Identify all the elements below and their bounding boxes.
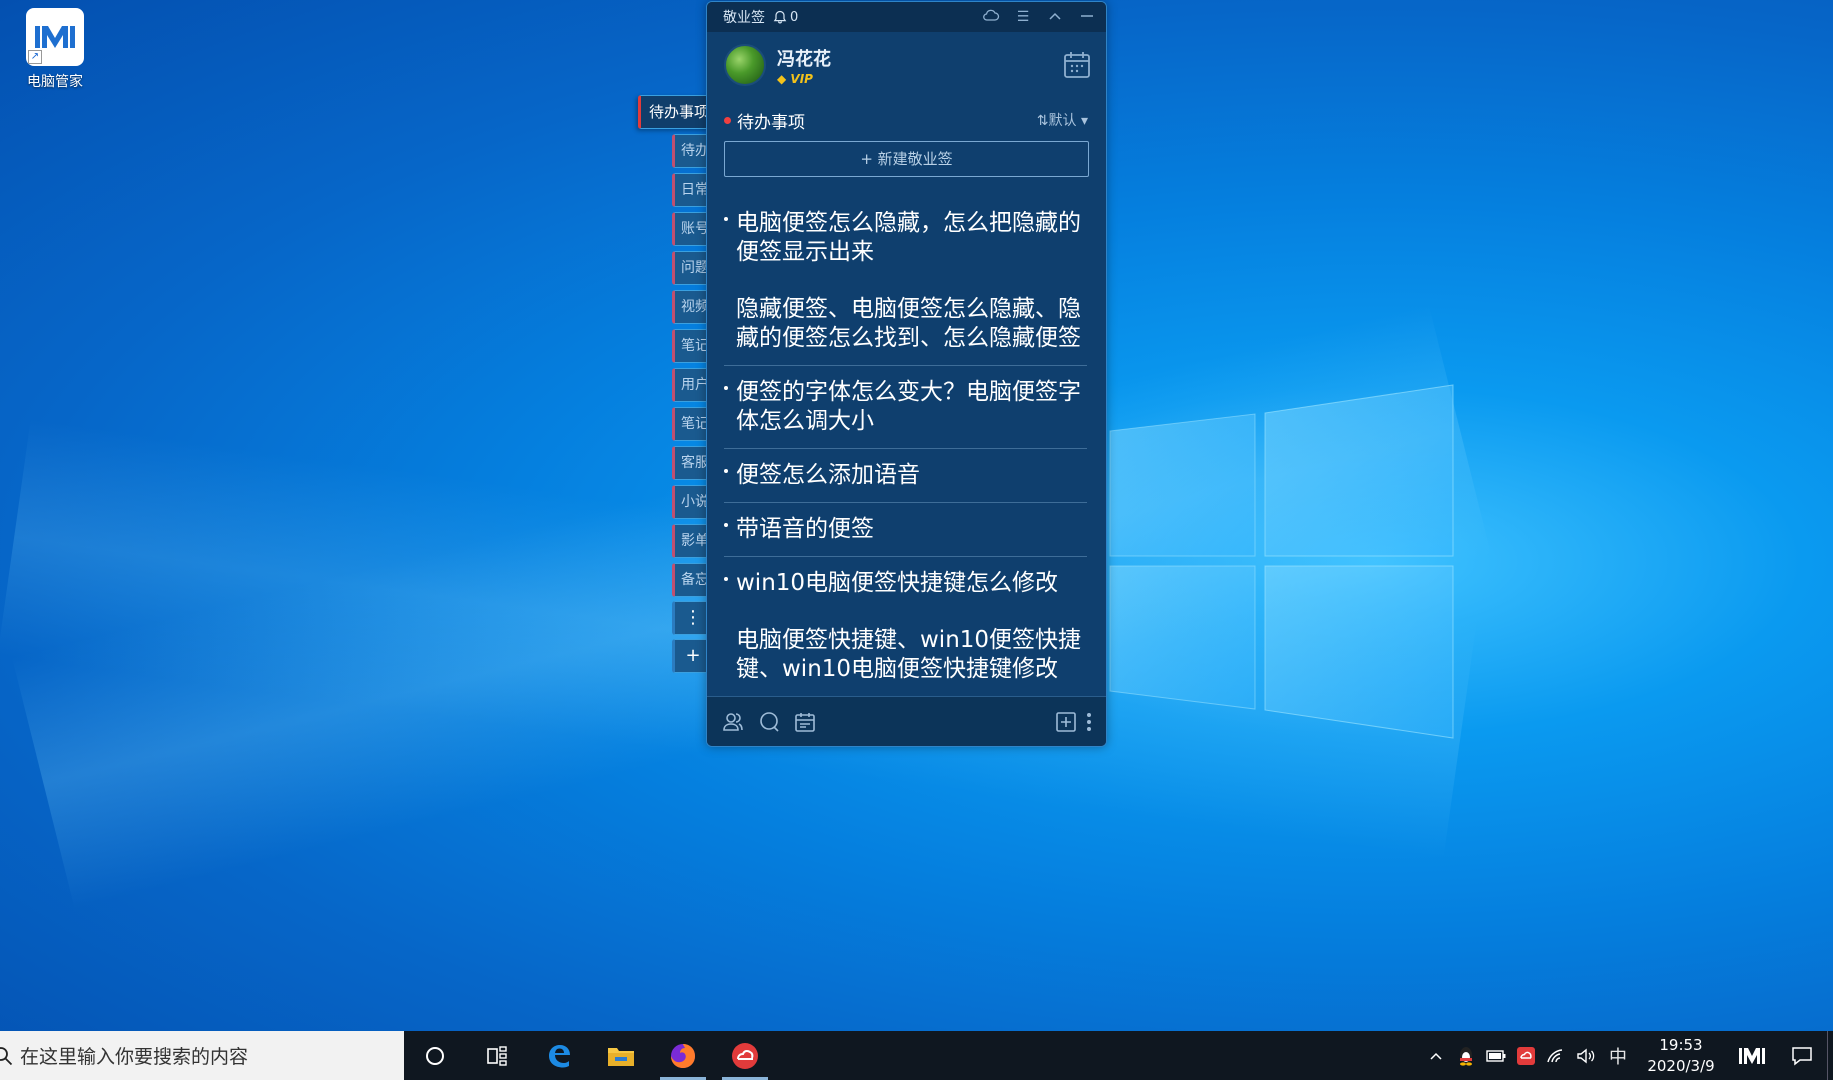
user-profile: 冯花花 ◆ VIP: [707, 32, 1106, 98]
clock[interactable]: 19:53 2020/3/9: [1635, 1035, 1727, 1077]
list-title: 待办事项: [737, 112, 805, 133]
taskbar: 在这里输入你要搜索的内容 中 19:53 2020/3/9: [0, 1031, 1833, 1080]
schedule-icon[interactable]: [793, 710, 817, 734]
qq-tray-icon[interactable]: [1451, 1046, 1481, 1066]
menu-icon[interactable]: ☰: [1014, 9, 1032, 25]
wifi-icon[interactable]: [1541, 1048, 1571, 1064]
desktop-icon-pc-manager[interactable]: ↗ 电脑管家: [16, 8, 94, 91]
search-placeholder: 在这里输入你要搜索的内容: [20, 1046, 249, 1068]
note-item-detail: 电脑便签快捷键、win10便签快捷键、win10电脑便签快捷键修改: [736, 627, 1082, 681]
jingyeqian-tray-icon[interactable]: [1511, 1046, 1541, 1066]
ime-indicator[interactable]: 中: [1601, 1043, 1635, 1069]
team-icon[interactable]: [721, 710, 745, 734]
cortana-icon: [426, 1046, 444, 1065]
clock-time: 19:53: [1659, 1035, 1703, 1054]
bell-icon: [773, 10, 787, 24]
note-titlebar[interactable]: 敬业签 0 ☰: [707, 2, 1106, 32]
list-header: 待办事项 ⇅默认 ▾: [707, 104, 1106, 136]
windows-logo-wallpaper: [1109, 384, 1454, 739]
cortana-button[interactable]: [404, 1031, 466, 1080]
action-center-button[interactable]: [1777, 1046, 1827, 1066]
task-view-icon: [487, 1045, 507, 1066]
avatar[interactable]: [724, 44, 766, 86]
jingyeqian-button[interactable]: [714, 1031, 776, 1080]
list-color-dot: [724, 116, 731, 124]
pc-manager-icon: ↗: [26, 8, 84, 66]
firefox-icon: [671, 1043, 695, 1068]
system-tray: 中 19:53 2020/3/9: [1421, 1031, 1833, 1080]
reminder-indicator[interactable]: 0: [773, 10, 798, 25]
note-item-title: win10电脑便签快捷键怎么修改: [736, 570, 1059, 596]
add-note-icon[interactable]: [1054, 710, 1078, 734]
clock-date: 2020/3/9: [1647, 1056, 1715, 1075]
note-item[interactable]: 电脑便签怎么隐藏，怎么把隐藏的便签显示出来 隐藏便签、电脑便签怎么隐藏、隐藏的便…: [724, 197, 1087, 366]
diamond-icon: ◆: [777, 71, 787, 86]
note-item[interactable]: 便签怎么添加语音: [724, 449, 1087, 503]
note-list: 电脑便签怎么隐藏，怎么把隐藏的便签显示出来 隐藏便签、电脑便签怎么隐藏、隐藏的便…: [724, 197, 1087, 681]
app-title: 敬业签: [723, 10, 765, 26]
folder-icon: [608, 1047, 634, 1066]
note-item-title: 便签怎么添加语音: [736, 462, 920, 488]
volume-icon[interactable]: [1571, 1048, 1601, 1064]
new-note-button[interactable]: + 新建敬业签: [724, 141, 1089, 177]
sticky-note-window: 敬业签 0 ☰ 冯花花 ◆ VIP 待办事项 ⇅默认 ▾ + 新建敬业签 电脑便…: [706, 1, 1107, 747]
note-item[interactable]: 便签的字体怎么变大？电脑便签字体怎么调大小: [724, 366, 1087, 449]
notification-icon: [1792, 1046, 1812, 1066]
pc-manager-tray-icon[interactable]: [1727, 1046, 1777, 1066]
battery-icon[interactable]: [1481, 1049, 1511, 1062]
note-footer-toolbar: [707, 696, 1106, 746]
jingyeqian-app-icon: [732, 1042, 758, 1069]
collapse-icon[interactable]: [1046, 9, 1064, 25]
caret-down-icon: ▾: [1080, 113, 1088, 129]
shortcut-arrow-icon: ↗: [28, 50, 42, 64]
note-item[interactable]: 带语音的便签: [724, 503, 1087, 557]
desktop-icon-label: 电脑管家: [27, 74, 83, 90]
show-hidden-icons-button[interactable]: [1421, 1051, 1451, 1061]
note-item-title: 带语音的便签: [736, 516, 874, 542]
search-icon: [0, 1046, 13, 1065]
note-item-title: 便签的字体怎么变大？电脑便签字体怎么调大小: [736, 379, 1081, 434]
minimize-icon[interactable]: [1078, 9, 1096, 25]
firefox-button[interactable]: [652, 1031, 714, 1080]
user-name: 冯花花: [777, 48, 831, 70]
edge-icon: [549, 1044, 570, 1067]
edge-button[interactable]: [528, 1031, 590, 1080]
category-tab-active[interactable]: 待办事项: [638, 95, 710, 129]
sort-label: ⇅默认: [1036, 113, 1077, 129]
chevron-up-icon: [1430, 1052, 1442, 1060]
more-options-icon[interactable]: [1086, 710, 1092, 734]
note-item-title: 电脑便签怎么隐藏，怎么把隐藏的便签显示出来: [736, 210, 1081, 265]
vip-badge: ◆ VIP: [777, 72, 831, 86]
taskbar-search-box[interactable]: 在这里输入你要搜索的内容: [0, 1031, 404, 1080]
show-desktop-button[interactable]: [1827, 1031, 1833, 1080]
file-explorer-button[interactable]: [590, 1031, 652, 1080]
calendar-icon[interactable]: [1062, 50, 1092, 80]
reminder-count: 0: [790, 9, 799, 25]
sort-dropdown[interactable]: ⇅默认 ▾: [1037, 110, 1088, 130]
vip-label: VIP: [790, 71, 813, 86]
chat-icon[interactable]: [757, 710, 781, 734]
note-item[interactable]: win10电脑便签快捷键怎么修改 电脑便签快捷键、win10便签快捷键、win1…: [724, 557, 1087, 681]
task-view-button[interactable]: [466, 1031, 528, 1080]
note-item-detail: 隐藏便签、电脑便签怎么隐藏、隐藏的便签怎么找到、怎么隐藏便签: [736, 296, 1081, 351]
cloud-sync-icon[interactable]: [982, 8, 1000, 26]
